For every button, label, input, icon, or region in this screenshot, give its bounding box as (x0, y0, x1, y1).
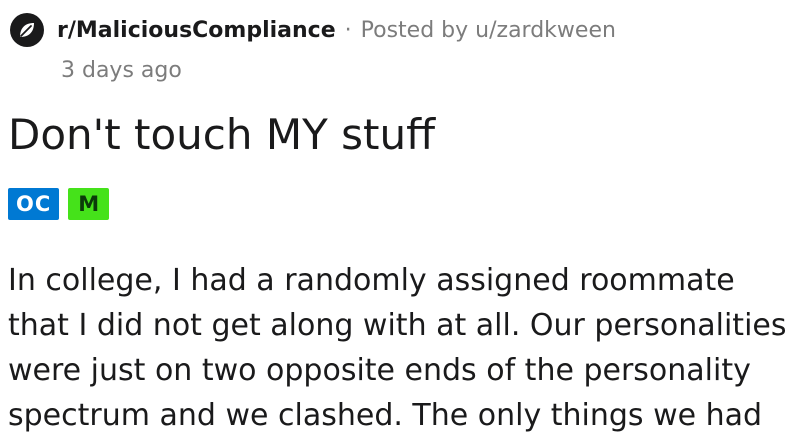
meta-separator: · (344, 17, 352, 43)
post-title[interactable]: Don't touch MY stuff (8, 107, 435, 163)
posted-by: Posted by u/zardkween (361, 18, 616, 43)
reddit-post: r/MaliciousCompliance · Posted by u/zard… (0, 0, 800, 433)
subreddit-link[interactable]: r/MaliciousCompliance (57, 18, 336, 43)
flair-list: OC M (8, 188, 118, 220)
post-body: In college, I had a randomly assigned ro… (8, 263, 787, 433)
posted-by-prefix: Posted by (360, 17, 469, 43)
leaf-icon (20, 23, 34, 37)
flair-m[interactable]: M (68, 188, 110, 220)
post-timestamp[interactable]: 3 days ago (61, 58, 182, 83)
flair-oc[interactable]: OC (8, 188, 60, 220)
subreddit-icon[interactable] (10, 13, 44, 47)
username-link[interactable]: u/zardkween (475, 18, 616, 43)
post-header: r/MaliciousCompliance · Posted by u/zard… (10, 13, 616, 47)
